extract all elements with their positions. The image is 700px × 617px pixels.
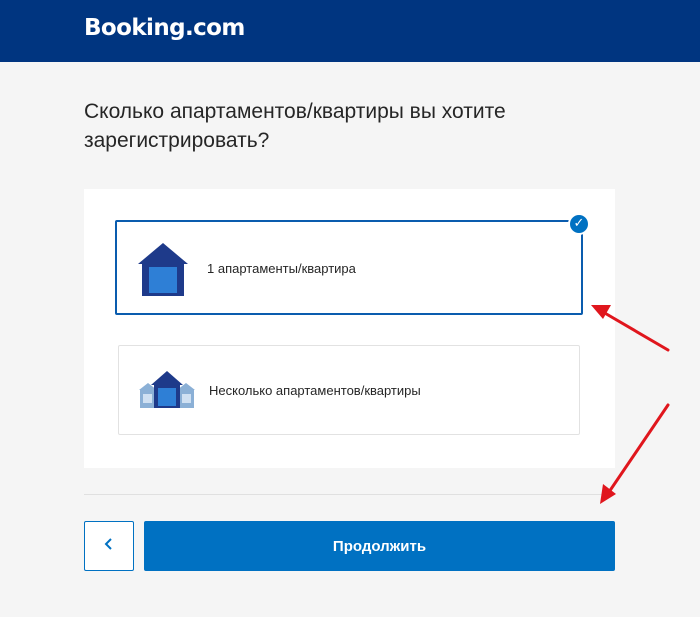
booking-logo[interactable]: Booking.com <box>84 15 245 41</box>
continue-button[interactable]: Продолжить <box>144 521 615 571</box>
option-label: 1 апартаменты/квартира <box>207 261 356 276</box>
chevron-left-icon <box>103 537 115 556</box>
option-single-apartment[interactable]: 1 апартаменты/квартира <box>115 220 583 315</box>
option-label: Несколько апартаментов/квартиры <box>209 383 421 398</box>
single-house-icon <box>137 242 189 301</box>
option-multiple-apartments[interactable]: Несколько апартаментов/квартиры <box>118 345 580 435</box>
back-button[interactable] <box>84 521 134 571</box>
page-question: Сколько апартаментов/квартиры вы хотите … <box>84 100 506 152</box>
checkmark-icon: ✓ <box>568 213 590 235</box>
top-header-bar: Booking.com <box>0 0 700 62</box>
section-divider <box>84 494 615 495</box>
multiple-houses-icon <box>139 370 195 413</box>
